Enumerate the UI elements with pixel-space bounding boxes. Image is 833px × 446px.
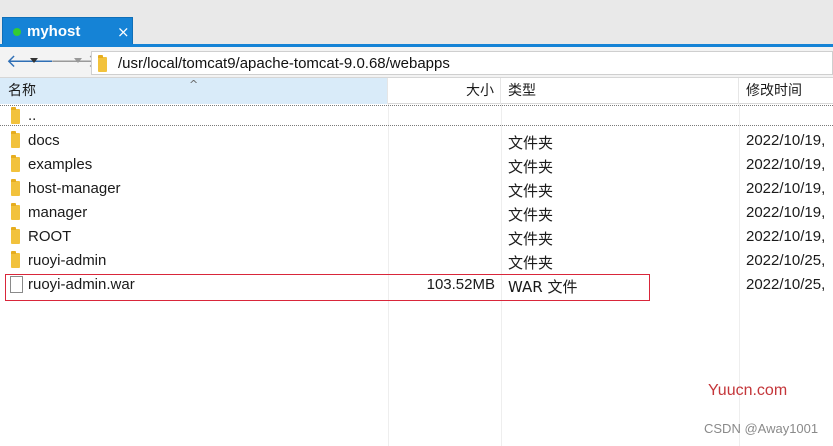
file-name: host-manager <box>28 180 121 197</box>
csdn-watermark: CSDN @Away1001 <box>704 421 819 436</box>
file-modified: 2022/10/25, <box>746 252 826 269</box>
file-name: ROOT <box>28 228 72 245</box>
folder-icon <box>11 131 20 148</box>
file-type: 文件夹 <box>508 230 554 248</box>
current-path: /usr/local/tomcat9/apache-tomcat-9.0.68/… <box>118 55 450 72</box>
annotation-highlight-box <box>5 274 650 301</box>
file-modified: 2022/10/19, <box>746 204 826 221</box>
column-header-type[interactable]: 类型 <box>502 78 739 104</box>
connection-status-dot-icon <box>13 28 21 36</box>
file-name: examples <box>28 156 93 173</box>
address-toolbar: 🡐 🡒 /usr/local/tomcat9/apache-tomcat-9.0… <box>0 47 833 78</box>
file-modified: 2022/10/19, <box>746 156 826 173</box>
back-button[interactable]: 🡐 <box>6 53 54 71</box>
file-type: 文件夹 <box>508 182 554 200</box>
folder-icon <box>11 179 20 196</box>
forward-dropdown-chevron-icon[interactable] <box>74 58 82 63</box>
table-row[interactable]: ruoyi-admin 文件夹 2022/10/25, <box>0 249 833 273</box>
site-watermark: Yuucn.com <box>708 382 788 399</box>
tab-strip: myhost × <box>0 0 833 47</box>
file-type: 文件夹 <box>508 134 554 152</box>
column-header-name[interactable]: 名称 ^ <box>0 78 388 104</box>
file-modified: 2022/10/19, <box>746 132 826 149</box>
file-type: 文件夹 <box>508 254 554 272</box>
table-row[interactable]: examples 文件夹 2022/10/19, <box>0 153 833 177</box>
folder-icon <box>11 227 20 244</box>
column-header-modified[interactable]: 修改时间 <box>740 78 833 104</box>
parent-directory-row[interactable]: .. <box>0 105 833 126</box>
column-header-size[interactable]: 大小 <box>389 78 501 104</box>
file-modified: 2022/10/25, <box>746 276 826 293</box>
path-input[interactable]: /usr/local/tomcat9/apache-tomcat-9.0.68/… <box>91 51 833 75</box>
folder-icon <box>98 55 107 72</box>
table-row[interactable]: manager 文件夹 2022/10/19, <box>0 201 833 225</box>
sort-ascending-icon: ^ <box>189 78 199 91</box>
file-modified: 2022/10/19, <box>746 228 826 245</box>
column-header-name-label: 名称 <box>8 83 36 99</box>
file-list-header: 名称 ^ 大小 类型 修改时间 <box>0 78 833 104</box>
tab-myhost[interactable]: myhost × <box>2 17 133 47</box>
table-row[interactable]: ROOT 文件夹 2022/10/19, <box>0 225 833 249</box>
file-modified: 2022/10/19, <box>746 180 826 197</box>
table-row[interactable]: docs 文件夹 2022/10/19, <box>0 129 833 153</box>
table-row[interactable]: host-manager 文件夹 2022/10/19, <box>0 177 833 201</box>
file-name: docs <box>28 132 60 149</box>
file-name: .. <box>28 107 37 124</box>
file-type: 文件夹 <box>508 158 554 176</box>
folder-icon <box>11 155 20 172</box>
file-name: ruoyi-admin <box>28 252 107 269</box>
forward-button[interactable]: 🡒 <box>50 53 98 71</box>
tab-close-icon[interactable]: × <box>117 23 130 41</box>
folder-icon <box>11 203 20 220</box>
folder-icon <box>11 251 20 268</box>
folder-icon <box>11 107 20 124</box>
file-name: manager <box>28 204 88 221</box>
file-type: 文件夹 <box>508 206 554 224</box>
tab-title: myhost <box>27 23 81 40</box>
back-dropdown-chevron-icon[interactable] <box>30 58 38 63</box>
